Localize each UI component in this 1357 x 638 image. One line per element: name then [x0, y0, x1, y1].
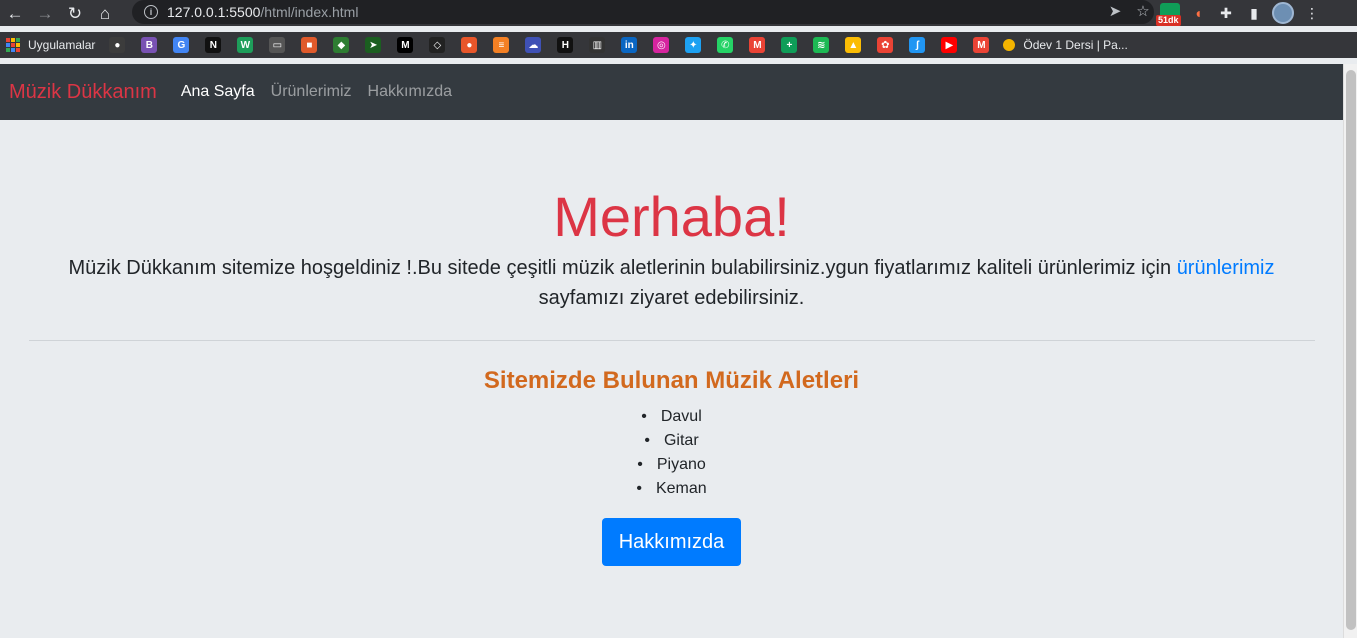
address-url[interactable]: 127.0.0.1:5500/html/index.html	[167, 4, 358, 20]
profile-avatar[interactable]	[1272, 2, 1294, 24]
page-viewport: Müzik Dükkanım Ana Sayfa Ürünlerimiz Hak…	[0, 64, 1343, 638]
url-path: /html/index.html	[260, 4, 359, 20]
send-tab-icon[interactable]: ➤	[1104, 2, 1126, 20]
home-icon[interactable]: ⌂	[90, 1, 120, 25]
nav-link-ana-sayfa[interactable]: Ana Sayfa	[181, 83, 255, 101]
instagram-icon[interactable]: ◎	[653, 37, 670, 53]
forward-arrow-icon[interactable]: →	[30, 1, 60, 25]
list-item: Gitar	[0, 429, 1343, 453]
bookmarks-bar: Uygulamalar ● B G N W ▭ ■ ◆ ➤ M ◇ ● ≡ ☁ H ▥ in ◎ ✦ ✆ M + ≋ ▲ ✿ ʃ ▶…	[0, 32, 1357, 58]
list-item: Piyano	[0, 453, 1343, 477]
list-item: Keman	[0, 477, 1343, 501]
odev-bookmark-label: Ödev 1 Dersi | Pa...	[1023, 38, 1128, 52]
urunlerimiz-link[interactable]: ürünlerimiz	[1177, 257, 1275, 279]
hakkimizda-button[interactable]: Hakkımızda	[601, 518, 742, 566]
apps-label: Uygulamalar	[28, 38, 96, 52]
spotify-icon[interactable]: ≋	[813, 37, 830, 53]
twitter-icon[interactable]: ✦	[685, 37, 702, 53]
cloud-icon[interactable]: ☁	[525, 37, 542, 53]
hackernoon-icon[interactable]: H	[557, 37, 574, 53]
gmail-icon[interactable]: M	[749, 37, 766, 53]
codepen-icon[interactable]: ◇	[429, 37, 446, 53]
medium-icon[interactable]: M	[397, 37, 414, 53]
side-panel-icon[interactable]: ▮	[1244, 3, 1264, 23]
shield-icon[interactable]: ◆	[333, 37, 350, 53]
hero-lead: Müzik Dükkanım sitemize hoşgeldiniz !.Bu…	[52, 253, 1292, 313]
address-bar[interactable]: i 127.0.0.1:5500/html/index.html ➤ ☆	[132, 0, 1154, 24]
linkedin-icon[interactable]: in	[621, 37, 638, 53]
bank-icon[interactable]: ▥	[589, 37, 606, 53]
feather-icon[interactable]: ʃ	[909, 37, 926, 53]
url-host: 127.0.0.1:5500	[167, 4, 261, 20]
drive-icon[interactable]: ▲	[845, 37, 862, 53]
bookmark-odev[interactable]: Ödev 1 Dersi | Pa...	[1003, 38, 1128, 52]
instruments-heading: Sitemizde Bulunan Müzik Aletleri	[483, 367, 860, 394]
arrow-icon[interactable]: ➤	[365, 37, 382, 53]
bootstrap-icon[interactable]: B	[141, 37, 158, 53]
odev-favicon-icon	[1003, 39, 1016, 51]
lead-tail: sayfamızı ziyaret edebilirsiniz.	[538, 287, 805, 309]
sheets-plus-icon[interactable]: +	[781, 37, 798, 53]
extension-pill-icon[interactable]: ◖	[1188, 3, 1208, 23]
stackoverflow-icon[interactable]: ≡	[493, 37, 510, 53]
photos-icon[interactable]: ✿	[877, 37, 894, 53]
reload-icon[interactable]: ↻	[60, 1, 90, 25]
google-translate-icon[interactable]: G	[173, 37, 190, 53]
browser-toolbar: ← → ↻ ⌂ i 127.0.0.1:5500/html/index.html…	[0, 0, 1357, 26]
office-icon[interactable]: ■	[301, 37, 318, 53]
bookmark-apps[interactable]: Uygulamalar	[6, 38, 95, 52]
nav-link-hakkimizda[interactable]: Hakkımızda	[368, 83, 452, 101]
extensions-puzzle-icon[interactable]: ✚	[1216, 3, 1236, 23]
youtube-icon[interactable]: ▶	[941, 37, 958, 53]
site-navbar: Müzik Dükkanım Ana Sayfa Ürünlerimiz Hak…	[0, 64, 1343, 120]
menu-kebab-icon[interactable]: ⋮	[1302, 3, 1322, 23]
scrollbar[interactable]	[1343, 64, 1357, 638]
scrollbar-thumb[interactable]	[1346, 70, 1356, 630]
notion-icon[interactable]: N	[205, 37, 222, 53]
horizontal-divider	[28, 340, 1315, 341]
list-item: Davul	[0, 405, 1343, 429]
orange-icon[interactable]: ●	[461, 37, 478, 53]
whatsapp-icon[interactable]: ✆	[717, 37, 734, 53]
extension-badge: 51dk	[1156, 15, 1181, 26]
jumbotron: Merhaba! Müzik Dükkanım sitemize hoşgeld…	[0, 120, 1343, 566]
apps-grid-icon	[6, 38, 20, 52]
site-info-icon[interactable]: i	[144, 5, 158, 19]
navbar-brand[interactable]: Müzik Dükkanım	[9, 81, 157, 104]
extension-timer-icon[interactable]: 51dk	[1156, 3, 1181, 26]
nav-link-urunlerimiz[interactable]: Ürünlerimiz	[271, 83, 352, 101]
gmail-icon-2[interactable]: M	[973, 37, 990, 53]
bookmark-star-icon[interactable]: ☆	[1132, 2, 1154, 20]
video-icon[interactable]: ▭	[269, 37, 286, 53]
github-icon[interactable]: ●	[109, 37, 126, 53]
instruments-list: Davul Gitar Piyano Keman	[0, 405, 1343, 501]
back-arrow-icon[interactable]: ←	[0, 1, 30, 25]
webflow-icon[interactable]: W	[237, 37, 254, 53]
hero-title: Merhaba!	[553, 185, 790, 248]
lead-text: Müzik Dükkanım sitemize hoşgeldiniz !.Bu…	[68, 257, 1172, 279]
